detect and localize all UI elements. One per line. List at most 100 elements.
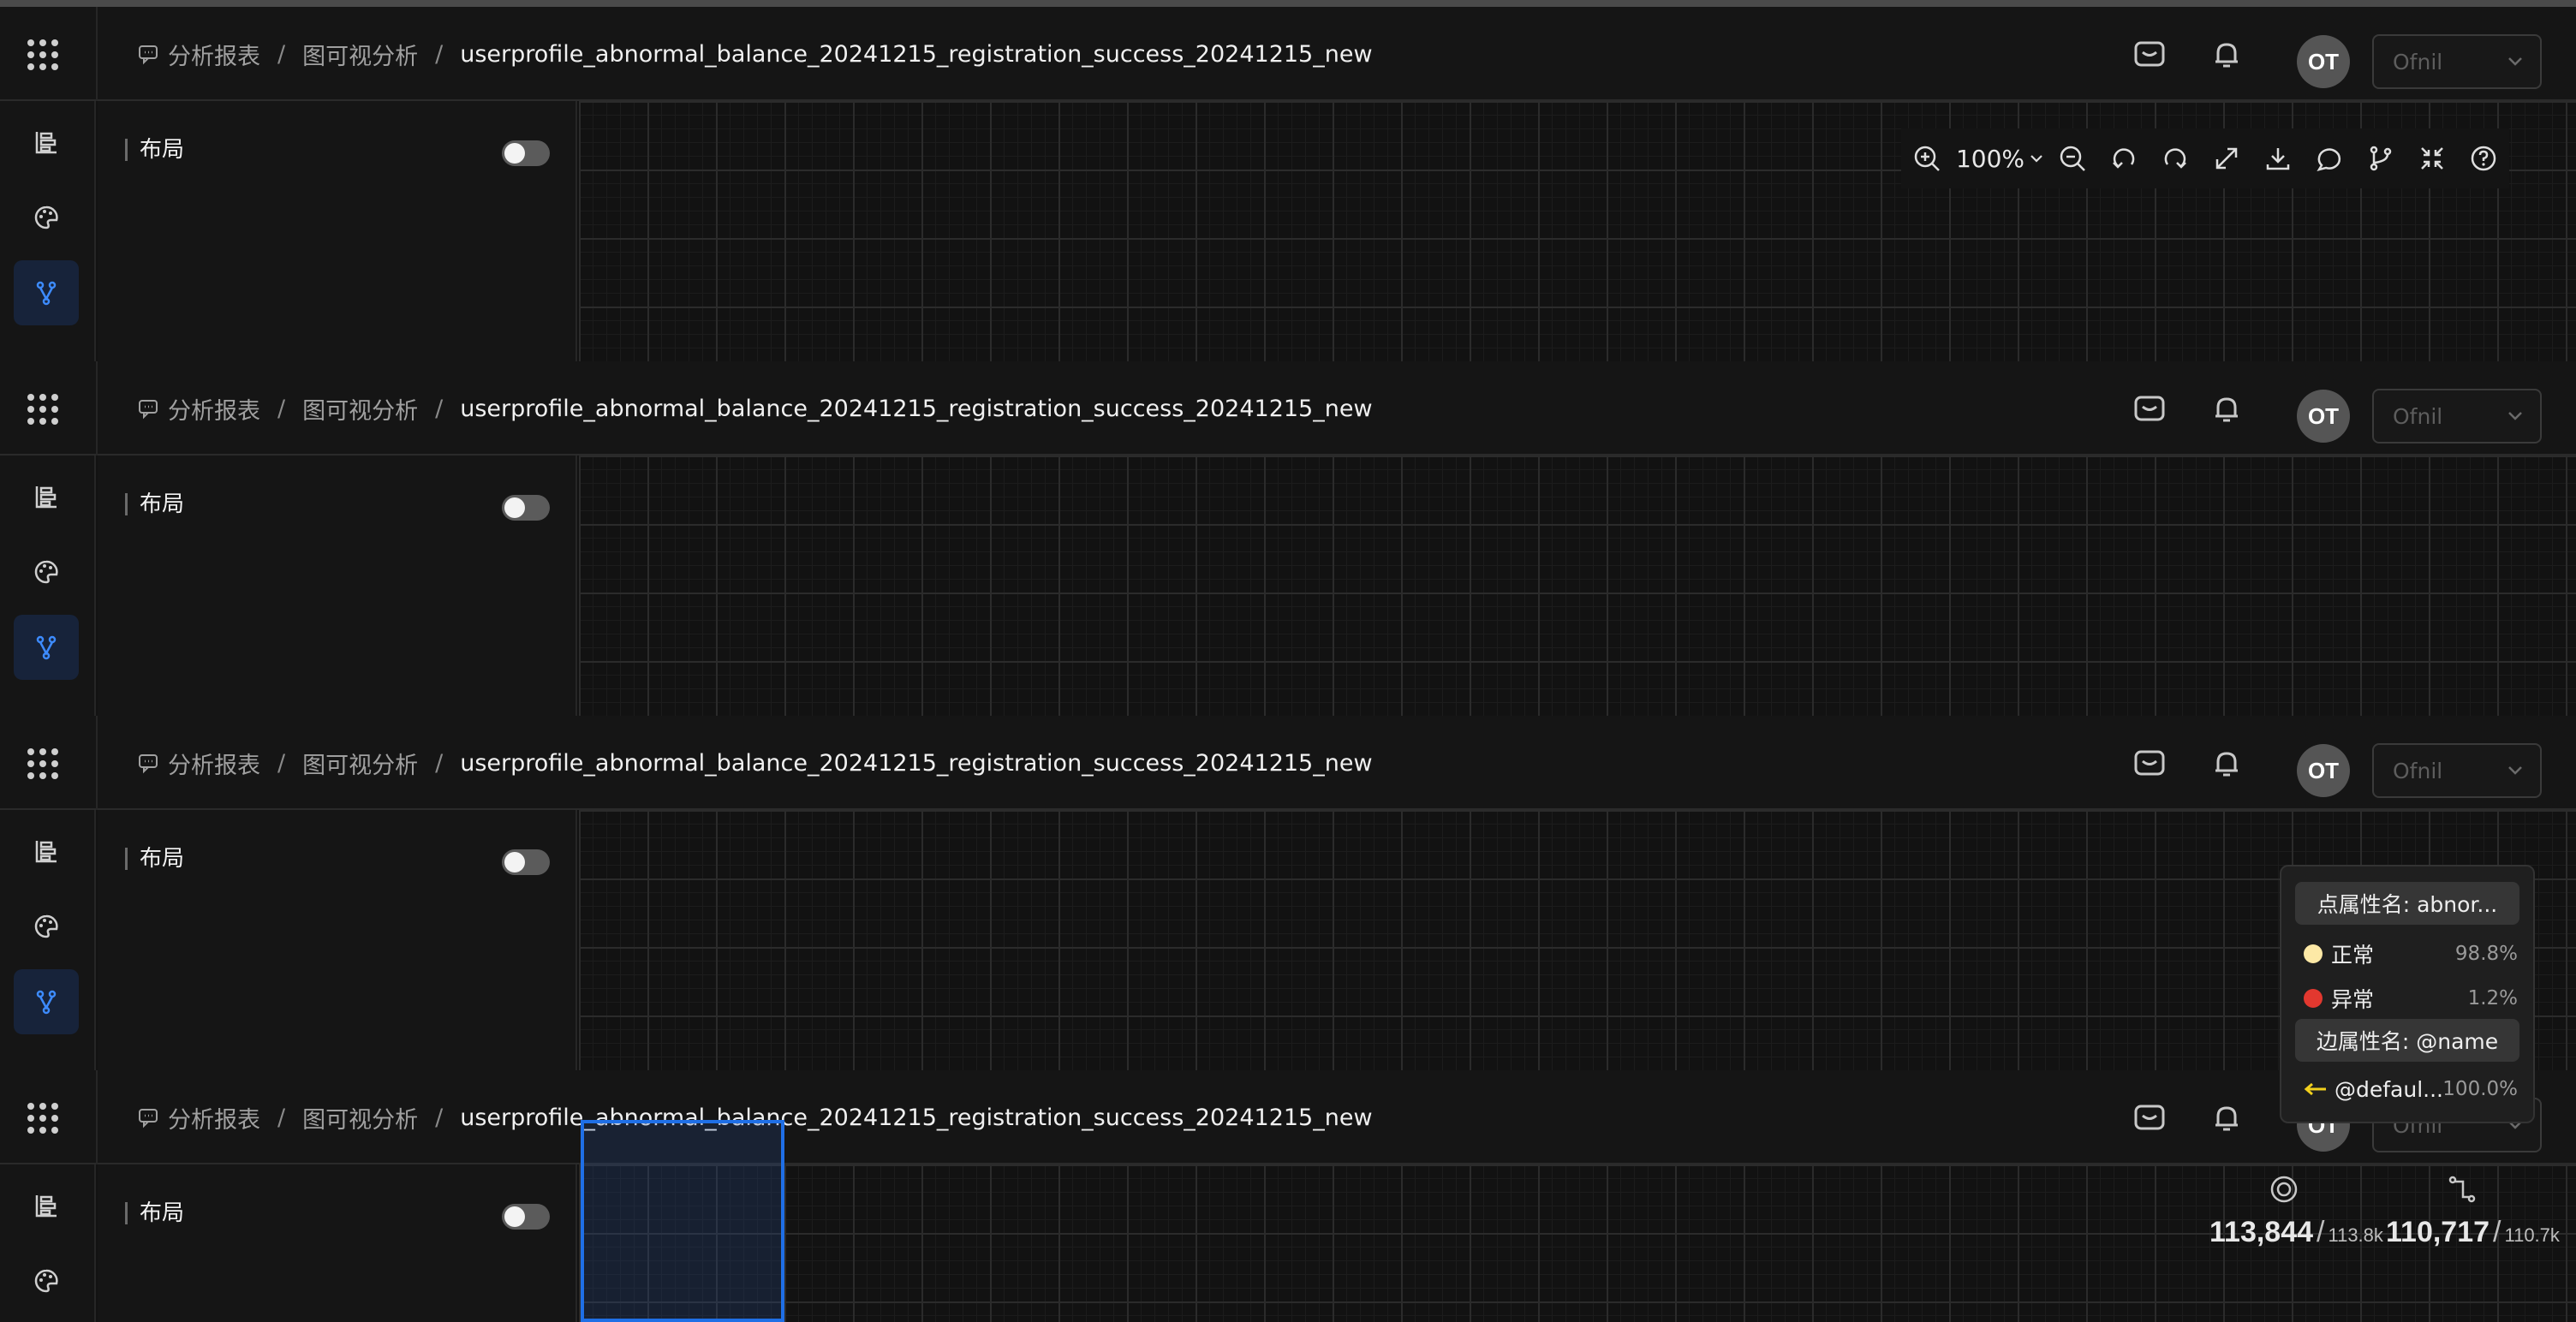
breadcrumb-separator: / <box>277 40 286 68</box>
panel-title: 布局 <box>125 1202 184 1224</box>
breadcrumb-item-current: userprofile_abnormal_balance_20241215_re… <box>460 749 1373 777</box>
breadcrumb-item-graph-analysis[interactable]: 图可视分析 <box>302 38 418 71</box>
fit-view-icon[interactable] <box>2201 133 2252 184</box>
header-divider <box>96 7 98 101</box>
breadcrumb-separator: / <box>277 395 286 422</box>
graph-branch-icon[interactable] <box>14 615 79 680</box>
layout-panel: 布局 <box>98 101 577 361</box>
avatar[interactable]: OT <box>2297 390 2350 443</box>
app-grid-icon[interactable] <box>27 1103 58 1134</box>
node-count-icon <box>2270 1176 2298 1203</box>
bell-icon[interactable] <box>2209 1101 2244 1135</box>
hierarchy-icon[interactable] <box>14 1173 79 1238</box>
report-icon <box>139 400 158 420</box>
fullscreen-icon[interactable] <box>2406 133 2458 184</box>
app-grid-icon[interactable] <box>27 748 58 779</box>
top-header: 分析报表 / 图可视分析 / userprofile_abnormal_bala… <box>0 1070 2576 1164</box>
breadcrumb-item-current: userprofile_abnormal_balance_20241215_re… <box>460 40 1373 68</box>
breadcrumb-item-reports[interactable]: 分析报表 <box>168 392 260 426</box>
node-count: 113,844/113.8k <box>2209 1216 2383 1248</box>
breadcrumb-separator: / <box>435 40 444 68</box>
chevron-down-icon <box>2508 57 2522 66</box>
zoom-level-select[interactable]: 100% <box>1953 133 2047 184</box>
header-divider <box>96 716 98 810</box>
hierarchy-icon[interactable] <box>14 110 79 175</box>
layout-toggle[interactable] <box>502 1204 550 1230</box>
branch-icon[interactable] <box>2355 133 2406 184</box>
app-screen-3: 分析报表 / 图可视分析 / userprofile_abnormal_bala… <box>0 716 2576 1070</box>
app-grid-icon[interactable] <box>27 39 58 70</box>
zoom-out-icon[interactable] <box>2047 133 2098 184</box>
avatar[interactable]: OT <box>2297 35 2350 88</box>
left-icon-rail <box>0 456 96 716</box>
top-header: 分析报表 / 图可视分析 / userprofile_abnormal_bala… <box>0 361 2576 456</box>
avatar[interactable]: OT <box>2297 744 2350 797</box>
legend-item-label: @defaul... <box>2334 1076 2443 1102</box>
download-icon[interactable] <box>2252 133 2304 184</box>
legend-item-label: 异常 <box>2331 987 2375 1012</box>
panel-title: 布局 <box>125 139 184 161</box>
feedback-icon[interactable] <box>2132 392 2167 426</box>
redo-icon[interactable] <box>2150 133 2201 184</box>
arrow-left-icon <box>2304 1082 2326 1096</box>
app-screen-2: 分析报表 / 图可视分析 / userprofile_abnormal_bala… <box>0 361 2576 716</box>
org-select-value: Ofnil <box>2393 49 2443 74</box>
edge-attr-header[interactable]: 边属性名: @name <box>2295 1019 2519 1062</box>
graph-branch-icon[interactable] <box>14 969 79 1034</box>
left-icon-rail <box>0 810 96 1070</box>
layout-toggle[interactable] <box>502 495 550 521</box>
zoom-in-icon[interactable] <box>1901 133 1953 184</box>
palette-icon[interactable] <box>14 185 79 250</box>
feedback-icon[interactable] <box>2132 1101 2167 1135</box>
breadcrumb-item-graph-analysis[interactable]: 图可视分析 <box>302 392 418 426</box>
graph-branch-icon[interactable] <box>14 260 79 325</box>
legend-item-percent: 98.8% <box>2454 943 2518 965</box>
left-icon-rail <box>0 101 96 361</box>
legend-item[interactable]: 正常 98.8% <box>2304 937 2518 971</box>
node-count-total: 113.8k <box>2328 1224 2383 1246</box>
legend-item-label: 正常 <box>2331 943 2375 968</box>
palette-icon[interactable] <box>14 894 79 959</box>
palette-icon[interactable] <box>14 539 79 604</box>
breadcrumb-item-reports[interactable]: 分析报表 <box>168 1101 260 1134</box>
legend-item[interactable]: @defaul... 100.0% <box>2304 1072 2518 1106</box>
legend-dot <box>2304 944 2323 963</box>
selection-box[interactable] <box>581 1120 784 1322</box>
hierarchy-icon[interactable] <box>14 819 79 884</box>
header-divider <box>96 1070 98 1164</box>
app-grid-icon[interactable] <box>27 394 58 425</box>
breadcrumb: 分析报表 / 图可视分析 / userprofile_abnormal_bala… <box>137 361 1373 456</box>
layout-panel: 布局 <box>98 810 577 1070</box>
comment-icon[interactable] <box>2304 133 2355 184</box>
undo-icon[interactable] <box>2098 133 2150 184</box>
layout-toggle[interactable] <box>502 849 550 875</box>
panel-title: 布局 <box>125 848 184 870</box>
breadcrumb-item-graph-analysis[interactable]: 图可视分析 <box>302 1101 418 1134</box>
bell-icon[interactable] <box>2209 747 2244 781</box>
org-select[interactable]: Ofnil <box>2372 389 2542 444</box>
legend-item[interactable]: 异常 1.2% <box>2304 981 2518 1015</box>
layout-toggle[interactable] <box>502 140 550 166</box>
bell-icon[interactable] <box>2209 392 2244 426</box>
node-attr-header[interactable]: 点属性名: abnor... <box>2295 882 2519 925</box>
org-select[interactable]: Ofnil <box>2372 743 2542 798</box>
legend-item-percent: 100.0% <box>2442 1078 2518 1100</box>
layout-panel: 布局 <box>98 456 577 716</box>
hierarchy-icon[interactable] <box>14 464 79 529</box>
report-icon <box>139 754 158 774</box>
breadcrumb-item-reports[interactable]: 分析报表 <box>168 38 260 71</box>
bell-icon[interactable] <box>2209 38 2244 72</box>
graph-canvas[interactable] <box>579 456 2576 716</box>
breadcrumb-item-graph-analysis[interactable]: 图可视分析 <box>302 747 418 780</box>
breadcrumb-separator: / <box>277 1104 286 1131</box>
org-select[interactable]: Ofnil <box>2372 34 2542 89</box>
legend-item-percent: 1.2% <box>2467 987 2518 1009</box>
palette-icon[interactable] <box>14 1248 79 1313</box>
feedback-icon[interactable] <box>2132 747 2167 781</box>
left-icon-rail <box>0 1164 96 1322</box>
feedback-icon[interactable] <box>2132 38 2167 72</box>
panel-title: 布局 <box>125 493 184 515</box>
breadcrumb-item-reports[interactable]: 分析报表 <box>168 747 260 780</box>
graph-canvas[interactable] <box>579 810 2576 1070</box>
help-icon[interactable] <box>2458 133 2509 184</box>
